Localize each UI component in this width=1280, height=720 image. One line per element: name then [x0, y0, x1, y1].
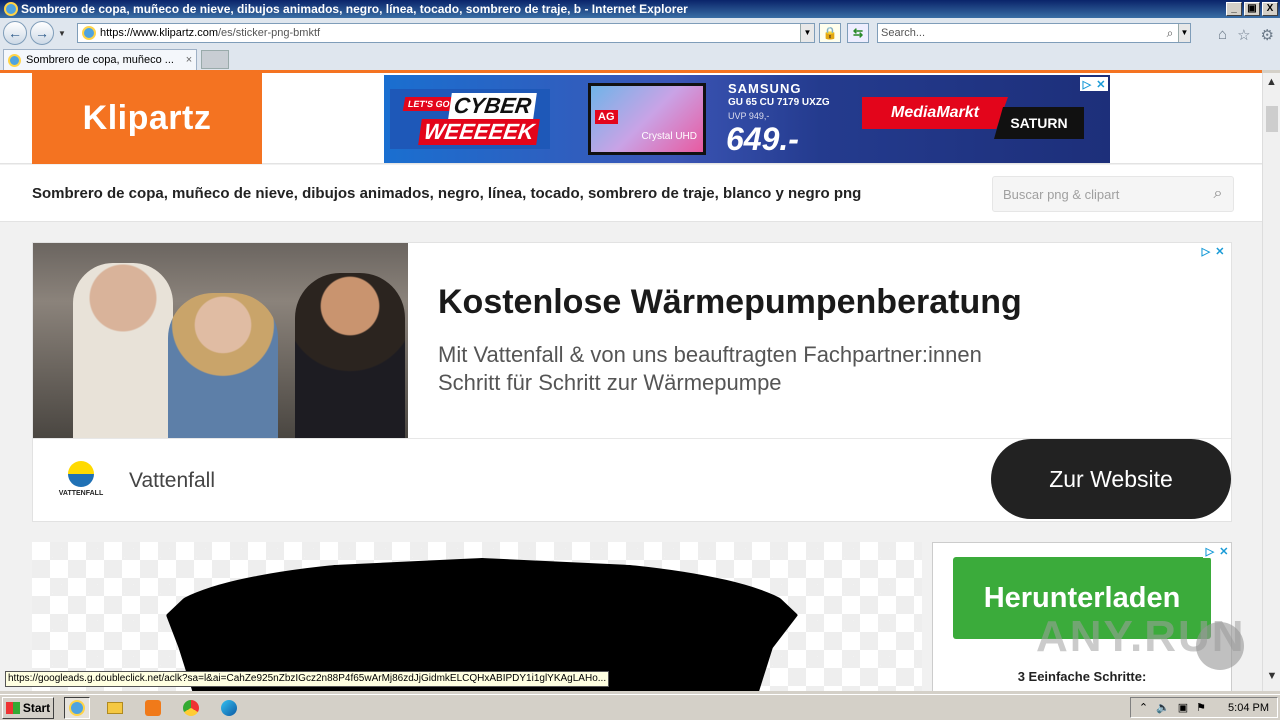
- tray-expand-icon[interactable]: ⌃: [1139, 701, 1148, 714]
- volume-icon[interactable]: 🔈: [1156, 701, 1170, 714]
- tab-current[interactable]: Sombrero de copa, muñeco ... ×: [3, 49, 197, 70]
- close-button[interactable]: X: [1262, 2, 1278, 16]
- address-bar[interactable]: https://www.klipartz.com/es/sticker-png-…: [77, 23, 815, 43]
- tv-text: Crystal UHD: [641, 131, 697, 142]
- ad-photo: [33, 243, 408, 438]
- browser-search-input[interactable]: Search... ⌕ ▼: [877, 23, 1191, 43]
- vertical-scrollbar[interactable]: ▲ ▼: [1262, 73, 1280, 691]
- vattenfall-ad[interactable]: Kostenlose Wärmepumpenberatung Mit Vatte…: [32, 242, 1232, 522]
- image-preview: [32, 542, 922, 691]
- start-button[interactable]: Start: [2, 696, 54, 719]
- ad-brand-name: Vattenfall: [129, 469, 215, 492]
- gear-icon[interactable]: ⚙: [1261, 26, 1274, 44]
- minimize-button[interactable]: _: [1226, 2, 1242, 16]
- ad-choices-icon[interactable]: ▷ ✕: [1203, 544, 1231, 558]
- saturn-logo: SATURN: [994, 107, 1084, 139]
- site-search-input[interactable]: Buscar png & clipart ⌕: [992, 176, 1234, 212]
- window-titlebar: Sombrero de copa, muñeco de nieve, dibuj…: [0, 0, 1280, 18]
- ad-price: 649.-: [726, 121, 799, 157]
- edge-icon: [221, 699, 237, 716]
- taskbar-media-button[interactable]: [140, 697, 166, 719]
- window-title: Sombrero de copa, muñeco de nieve, dibuj…: [21, 2, 688, 16]
- flag-icon[interactable]: ⚑: [1196, 701, 1206, 714]
- ad-description: Mit Vattenfall & von uns beauftragten Fa…: [438, 342, 982, 395]
- ad-uvp: UVP 949,-: [728, 111, 770, 121]
- tab-label: Sombrero de copa, muñeco ...: [26, 54, 174, 66]
- search-icon[interactable]: ⌕: [1162, 26, 1178, 41]
- search-dropdown-icon[interactable]: ▼: [1178, 24, 1190, 42]
- maximize-button[interactable]: ▣: [1244, 2, 1260, 16]
- taskbar-edge-button[interactable]: [216, 697, 242, 719]
- windows-flag-icon: [5, 701, 20, 714]
- taskbar-ie-button[interactable]: [64, 696, 90, 719]
- ie-icon: [69, 699, 85, 716]
- ad-choices-icon[interactable]: ▷ ✕: [1080, 77, 1108, 91]
- page-title: Sombrero de copa, muñeco de nieve, dibuj…: [32, 185, 862, 202]
- site-search-placeholder: Buscar png & clipart: [1003, 186, 1120, 202]
- scroll-thumb[interactable]: [1266, 106, 1278, 132]
- new-tab-button[interactable]: [201, 50, 229, 69]
- history-dropdown-icon[interactable]: ▼: [58, 29, 66, 38]
- page-subheader: Sombrero de copa, muñeco de nieve, dibuj…: [0, 165, 1262, 222]
- clock[interactable]: 5:04 PM: [1228, 702, 1269, 714]
- browser-search-placeholder: Search...: [881, 27, 926, 39]
- top-banner-ad[interactable]: LET'S GO! CYBER WEEEEEK AG Crystal UHD S…: [384, 75, 1110, 163]
- ie-icon: [4, 2, 18, 16]
- home-icon[interactable]: ⌂: [1218, 26, 1227, 44]
- back-button[interactable]: ←: [3, 21, 27, 45]
- zur-website-button[interactable]: Zur Website: [991, 439, 1231, 519]
- retailer-logos: MediaMarkt SATURN: [862, 97, 1084, 141]
- forward-button[interactable]: →: [30, 21, 54, 45]
- week-label: WEEEEEK: [418, 119, 540, 145]
- refresh-icon[interactable]: ⇆: [847, 23, 869, 43]
- chrome-icon: [183, 699, 199, 716]
- taskbar: Start ⌃ 🔈 ▣ ⚑ 5:04 PM: [0, 694, 1280, 720]
- network-icon[interactable]: ▣: [1178, 701, 1188, 714]
- site-logo[interactable]: Klipartz: [32, 73, 262, 164]
- site-favicon-icon: [82, 26, 96, 40]
- folder-icon: [107, 701, 123, 714]
- lock-icon[interactable]: 🔒: [819, 23, 841, 43]
- anyrun-play-icon: [1196, 622, 1244, 670]
- status-bar-url: https://googleads.g.doubleclick.net/aclk…: [5, 671, 610, 687]
- page-viewport: Klipartz LET'S GO! CYBER WEEEEEK AG Crys…: [0, 73, 1262, 691]
- taskbar-chrome-button[interactable]: [178, 697, 204, 719]
- system-tray: ⌃ 🔈 ▣ ⚑ 5:04 PM: [1129, 697, 1278, 718]
- ad-choices-icon[interactable]: ▷ ✕: [1199, 244, 1227, 258]
- scroll-down-icon[interactable]: ▼: [1263, 667, 1280, 685]
- taskbar-explorer-button[interactable]: [102, 697, 128, 719]
- ad-model: GU 65 CU 7179 UXZG: [728, 97, 830, 108]
- vattenfall-logo: VATTENFALL: [55, 461, 107, 501]
- favorites-star-icon[interactable]: ☆: [1237, 26, 1250, 44]
- address-url[interactable]: https://www.klipartz.com/es/sticker-png-…: [100, 27, 800, 39]
- tab-favicon-icon: [8, 53, 21, 67]
- start-label: Start: [22, 700, 51, 715]
- media-player-icon: [145, 699, 161, 716]
- cyber-label: CYBER: [448, 93, 537, 119]
- tab-close-icon[interactable]: ×: [182, 54, 196, 66]
- tab-bar: Sombrero de copa, muñeco ... ×: [0, 48, 1280, 70]
- mediamarkt-logo: MediaMarkt: [862, 97, 1008, 129]
- scroll-up-icon[interactable]: ▲: [1263, 73, 1280, 91]
- ad-headline[interactable]: Kostenlose Wärmepumpenberatung: [438, 283, 1022, 322]
- ad-brand: SAMSUNG: [728, 81, 802, 96]
- tv-image: AG Crystal UHD: [588, 83, 706, 155]
- navigation-bar: ← → ▼ https://www.klipartz.com/es/sticke…: [0, 18, 1280, 48]
- address-dropdown-icon[interactable]: ▼: [800, 24, 814, 42]
- cyber-week-graphic: LET'S GO! CYBER WEEEEEK: [390, 89, 550, 149]
- side-ad-steps: 3 Eeinfache Schritte:: [1017, 669, 1147, 684]
- site-header: Klipartz LET'S GO! CYBER WEEEEEK AG Crys…: [0, 73, 1262, 164]
- tv-badge: AG: [595, 110, 618, 124]
- search-icon[interactable]: ⌕: [1203, 185, 1233, 203]
